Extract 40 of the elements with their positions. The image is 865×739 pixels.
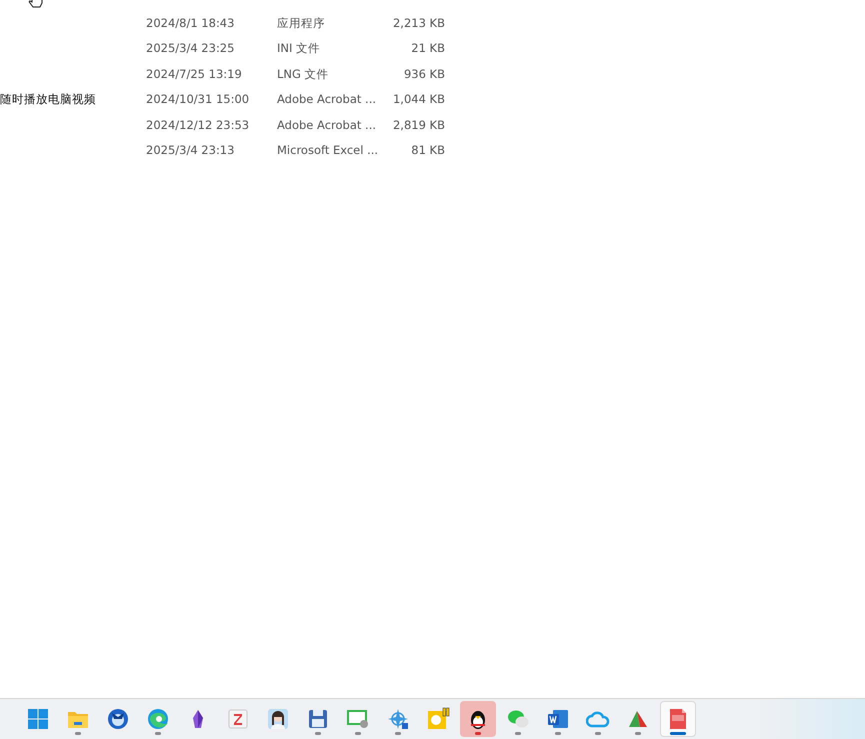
file-type: LNG 文件 xyxy=(277,66,329,81)
file-size: 1,044 KB xyxy=(392,92,445,106)
person-avatar-icon xyxy=(266,707,290,731)
file-type: 应用程序 xyxy=(277,16,325,30)
file-name[interactable]: 随时播放电脑视频 xyxy=(0,92,96,106)
compass-icon xyxy=(386,707,410,731)
windows-logo-icon xyxy=(26,707,50,731)
file-type: Adobe Acrobat ... xyxy=(277,118,376,132)
running-indicator xyxy=(475,732,481,735)
running-indicator xyxy=(75,732,81,735)
running-indicator xyxy=(555,732,561,735)
word-document-icon xyxy=(546,707,570,731)
running-indicator xyxy=(355,732,361,735)
monitor-icon xyxy=(346,707,370,731)
notepad-icon xyxy=(226,707,250,731)
file-size: 81 KB xyxy=(411,143,445,158)
file-date: 2024/7/25 13:19 xyxy=(146,66,242,81)
file-date: 2025/3/4 23:13 xyxy=(146,143,234,158)
file-type: Adobe Acrobat ... xyxy=(277,92,376,106)
file-date: 2025/3/4 23:25 xyxy=(146,41,234,56)
file-type: Microsoft Excel ... xyxy=(277,143,378,158)
file-size: 936 KB xyxy=(404,66,445,81)
running-indicator xyxy=(670,732,686,735)
file-type: INI 文件 xyxy=(277,41,320,56)
taskbar-button[interactable] xyxy=(460,701,496,737)
bird-icon xyxy=(106,707,130,731)
file-size: 2,213 KB xyxy=(392,16,445,30)
file-date: 2024/8/1 18:43 xyxy=(146,16,234,30)
running-indicator xyxy=(315,732,321,735)
file-size: 2,819 KB xyxy=(392,118,445,132)
file-date: 2024/12/12 23:53 xyxy=(146,118,250,132)
running-indicator xyxy=(595,732,601,735)
file-size: 21 KB xyxy=(411,41,445,56)
browser-icon xyxy=(146,707,170,731)
media-player-icon xyxy=(426,707,450,731)
running-indicator xyxy=(515,732,521,735)
running-indicator xyxy=(395,732,401,735)
running-indicator xyxy=(635,732,641,735)
running-indicator xyxy=(155,732,161,735)
file-date: 2024/10/31 15:00 xyxy=(146,92,250,106)
